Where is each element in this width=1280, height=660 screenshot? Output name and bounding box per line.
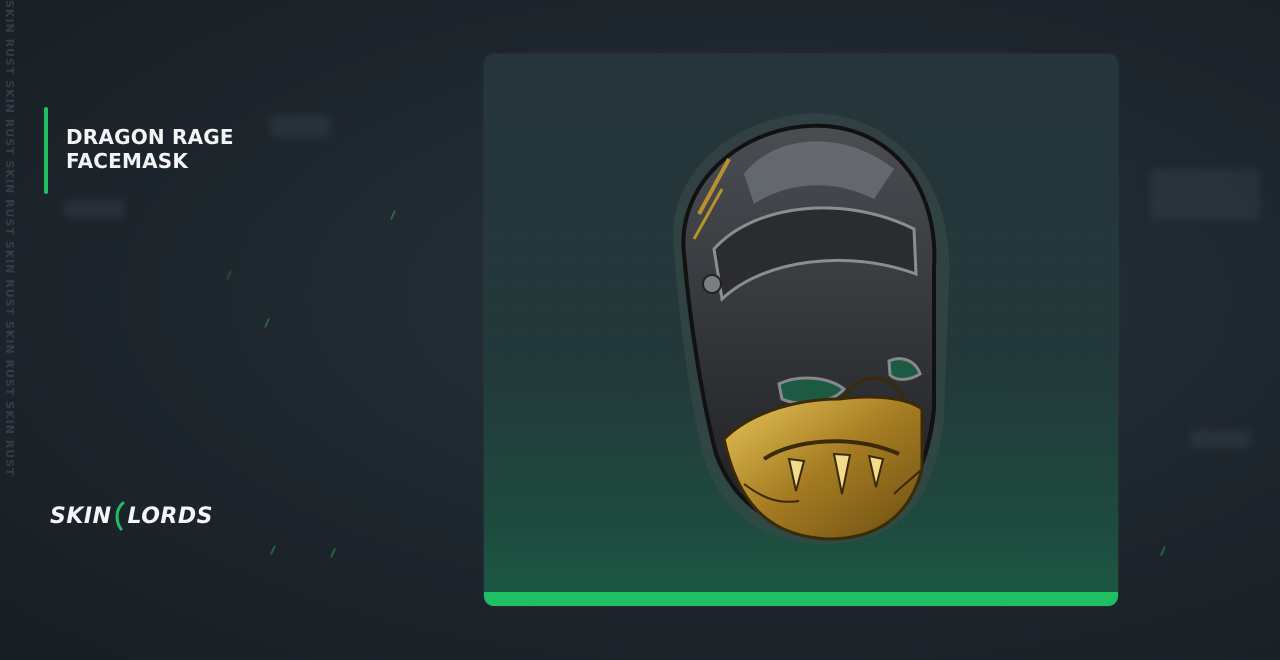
side-watermark: SKIN RUST SKIN RUST SKIN RUST SKIN RUST … [3, 0, 16, 477]
skinlords-logo: SKIN LORDS [50, 501, 213, 531]
item-title-line-2: FACEMASK [66, 149, 189, 173]
logo-text-right: LORDS [127, 503, 213, 529]
title-accent-bar [44, 107, 48, 194]
item-title-line-1: DRAGON RAGE [66, 125, 234, 149]
item-title: DRAGON RAGE FACEMASK [66, 125, 234, 194]
dragon-rage-facemask-icon [673, 113, 950, 545]
rarity-bar [484, 592, 1118, 606]
item-preview-card [484, 54, 1118, 606]
logo-text-left: SKIN [50, 503, 112, 529]
item-title-block: DRAGON RAGE FACEMASK [44, 107, 234, 194]
logo-slash-icon [115, 501, 124, 531]
